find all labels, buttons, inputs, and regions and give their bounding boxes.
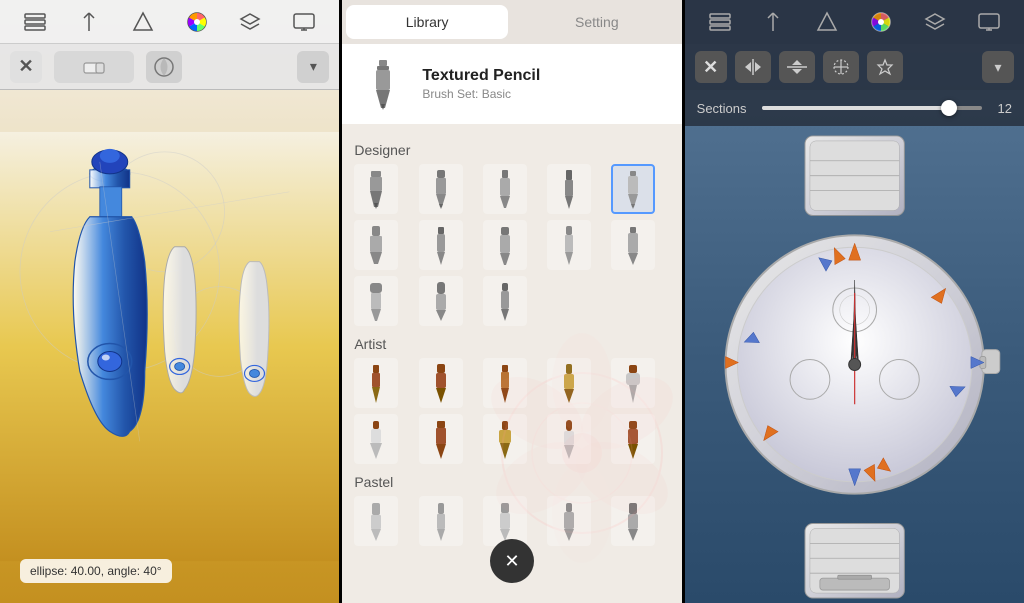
brush-item[interactable] (419, 276, 463, 326)
brush-item[interactable] (354, 220, 398, 270)
brush-item[interactable] (547, 220, 591, 270)
brush-info: Textured Pencil Brush Set: Basic (422, 67, 540, 101)
sym-star-button[interactable] (867, 51, 903, 83)
brush-name: Textured Pencil (422, 67, 540, 85)
right-subtoolbar: ✕ (685, 44, 1024, 90)
slider-fill (762, 106, 949, 110)
status-bar: ellipse: 40.00, angle: 40° (20, 559, 172, 583)
close-button[interactable]: ✕ (10, 51, 42, 83)
sym-h-button[interactable] (735, 51, 771, 83)
status-text: ellipse: 40.00, angle: 40° (30, 564, 162, 578)
brush-item[interactable] (354, 358, 398, 408)
brush-item[interactable] (419, 496, 463, 546)
shape-icon[interactable] (129, 8, 157, 36)
right-ruler-icon[interactable] (759, 8, 787, 36)
tab-bar: Library Setting (342, 0, 681, 44)
sections-value: 12 (992, 101, 1012, 116)
section-designer: Designer (354, 142, 669, 158)
right-color-icon[interactable] (867, 8, 895, 36)
right-layers2-icon[interactable] (921, 8, 949, 36)
right-layers-icon[interactable] (706, 8, 734, 36)
brush-item[interactable] (419, 358, 463, 408)
right-dropdown-button[interactable]: ▾ (982, 51, 1014, 83)
left-toolbar (0, 0, 339, 44)
brush-set: Brush Set: Basic (422, 87, 540, 101)
screen-icon[interactable] (290, 8, 318, 36)
color-wheel-icon[interactable] (183, 8, 211, 36)
watch-drawing (685, 126, 1024, 603)
dropdown-button[interactable]: ▾ (297, 51, 329, 83)
sections-label: Sections (697, 101, 752, 116)
layers-icon[interactable] (21, 8, 49, 36)
brush-item-selected[interactable] (611, 164, 655, 214)
middle-panel: Library Setting Textured Pencil Brush Se… (342, 0, 681, 603)
brush-item[interactable] (483, 164, 527, 214)
brush-preview-icon (358, 57, 408, 112)
right-toolbar (685, 0, 1024, 44)
brush-item[interactable] (354, 496, 398, 546)
ruler-icon[interactable] (75, 8, 103, 36)
layers2-icon[interactable] (236, 8, 264, 36)
brush-item[interactable] (419, 164, 463, 214)
tab-setting[interactable]: Setting (516, 5, 678, 39)
brush-item[interactable] (419, 220, 463, 270)
brush-item[interactable] (611, 220, 655, 270)
eraser-button[interactable] (54, 51, 134, 83)
sym-radial-button[interactable] (823, 51, 859, 83)
close-circle-button[interactable]: ✕ (490, 539, 534, 583)
brush-item[interactable] (483, 220, 527, 270)
brush-item[interactable] (419, 414, 463, 464)
brush-item[interactable] (547, 164, 591, 214)
brush-preview: Textured Pencil Brush Set: Basic (342, 44, 681, 124)
right-shape-icon[interactable] (813, 8, 841, 36)
right-screen-icon[interactable] (975, 8, 1003, 36)
blend-button[interactable] (146, 51, 182, 83)
sections-row: Sections 12 (685, 90, 1024, 126)
sections-slider[interactable] (762, 106, 982, 110)
drawing-area (0, 90, 339, 603)
slider-thumb[interactable] (941, 100, 957, 116)
brush-item[interactable] (354, 164, 398, 214)
designer-grid (354, 164, 669, 326)
sym-v-button[interactable] (779, 51, 815, 83)
left-subtoolbar: ✕ ▾ (0, 44, 339, 90)
right-close-button[interactable]: ✕ (695, 51, 727, 83)
tab-library[interactable]: Library (346, 5, 508, 39)
left-panel: ✕ ▾ (0, 0, 339, 603)
brush-item[interactable] (354, 414, 398, 464)
close-label: ✕ (504, 551, 519, 572)
right-panel: ✕ (685, 0, 1024, 603)
brush-item[interactable] (354, 276, 398, 326)
